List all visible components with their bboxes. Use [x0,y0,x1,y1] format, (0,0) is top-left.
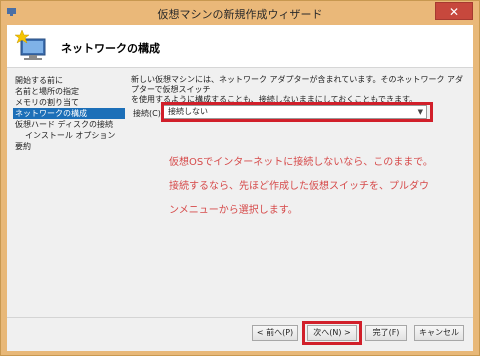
close-button[interactable]: ✕ [435,2,473,20]
wizard-client-area: ネットワークの構成 開始する前に 名前と場所の指定 メモリの割り当て ネットワー… [7,25,473,351]
wizard-content: 新しい仮想マシンには、ネットワーク アダプターが含まれています。そのネットワーク… [131,75,467,216]
wizard-window: 仮想マシンの新規作成ウィザード ✕ ネットワークの構成 開始する前に 名前と場所… [0,0,480,356]
nav-item-summary[interactable]: 要約 [13,141,125,152]
connection-row: 接続(C): 接続しない ▼ [131,102,467,122]
page-title: ネットワークの構成 [61,42,160,55]
next-button-highlight-box [302,321,362,345]
nav-item-name-location[interactable]: 名前と場所の指定 [13,86,125,97]
computer-star-icon [14,29,46,60]
connection-label: 接続(C): [133,109,164,118]
nav-item-install-options[interactable]: インストール オプション [13,130,125,141]
annotation-line-2: 接続するなら、先ほど作成した仮想スイッチを、プルダウ [169,181,429,192]
title-bar[interactable]: 仮想マシンの新規作成ウィザード ✕ [1,1,479,25]
footer-divider [7,317,473,318]
nav-item-memory[interactable]: メモリの割り当て [13,97,125,108]
dropdown-highlight-box [161,102,433,122]
window-title: 仮想マシンの新規作成ウィザード [157,8,323,21]
cancel-button[interactable]: キャンセル [414,325,464,341]
finish-button[interactable]: 完了(F) [365,325,407,341]
wizard-steps-nav: 開始する前に 名前と場所の指定 メモリの割り当て ネットワークの構成 仮想ハード… [13,75,125,152]
back-button[interactable]: < 前へ(P) [252,325,298,341]
nav-item-networking[interactable]: ネットワークの構成 [13,108,125,119]
nav-item-before-you-begin[interactable]: 開始する前に [13,75,125,86]
annotation-line-1: 仮想OSでインターネットに接続しないなら、このままで。 [169,157,433,168]
annotation-line-3: ンメニューから選択します。 [169,205,298,216]
nav-item-virtual-hard-disk[interactable]: 仮想ハード ディスクの接続 [13,119,125,130]
wizard-header: ネットワークの構成 [7,25,473,68]
networking-description: 新しい仮想マシンには、ネットワーク アダプターが含まれています。そのネットワーク… [131,75,464,104]
